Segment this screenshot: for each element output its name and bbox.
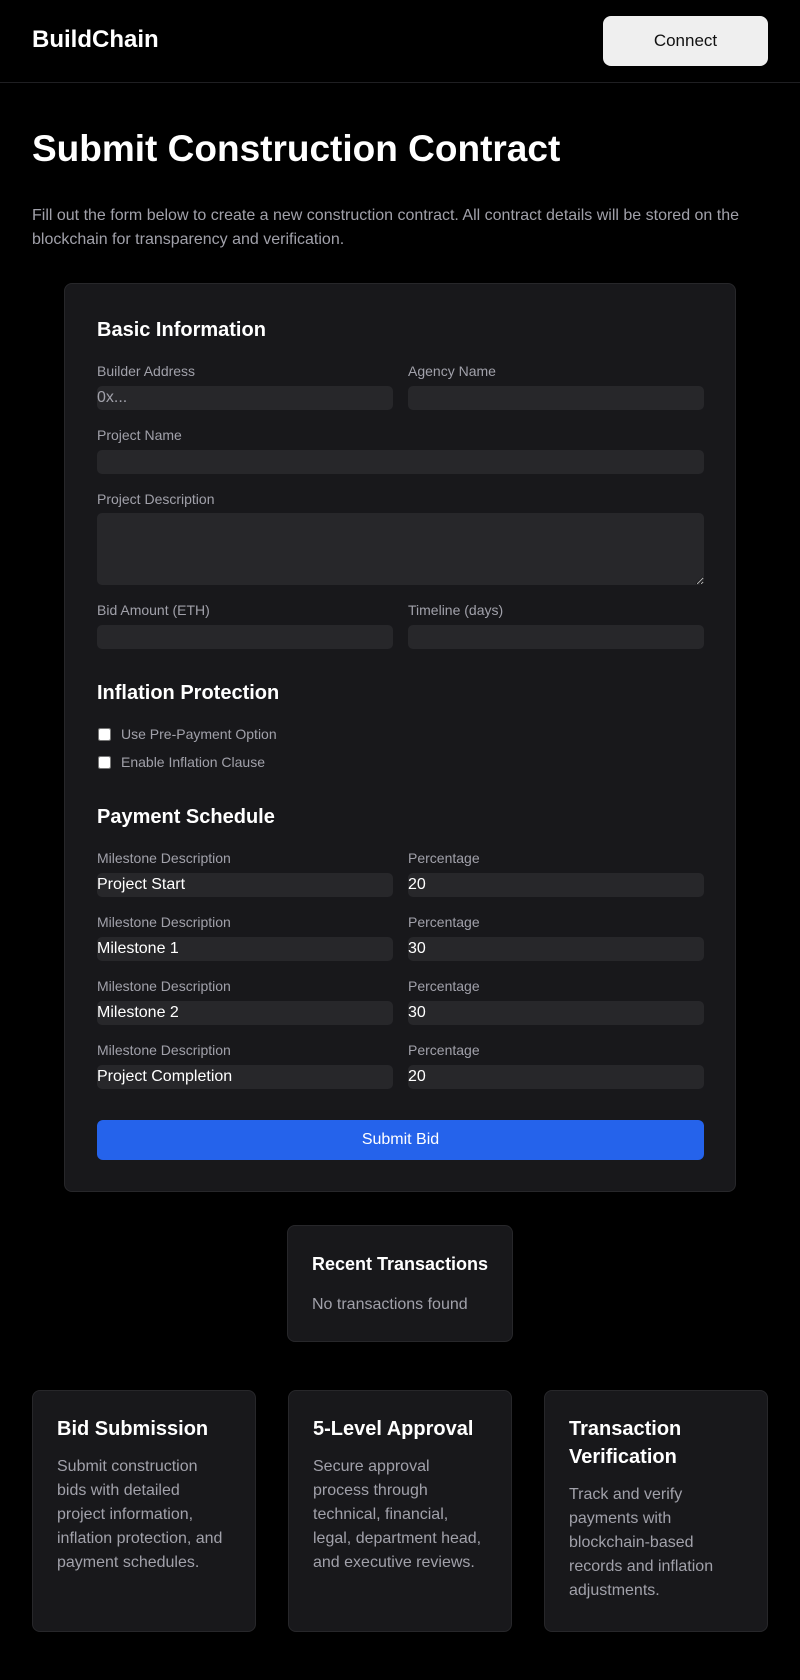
submit-bid-button[interactable]: Submit Bid: [97, 1120, 704, 1160]
bid-amount-label: Bid Amount (ETH): [97, 602, 210, 618]
recent-transactions-title: Recent Transactions: [312, 1254, 489, 1274]
feature-card-transaction-verification: Transaction Verification Track and verif…: [544, 1390, 768, 1632]
bid-amount-input[interactable]: [97, 625, 393, 649]
feature-card-bid-submission: Bid Submission Submit construction bids …: [32, 1390, 256, 1632]
milestone-percentage-label: Percentage: [408, 914, 480, 930]
feature-description: Track and verify payments with blockchai…: [569, 1486, 714, 1599]
project-description-label: Project Description: [97, 491, 215, 507]
project-name-input[interactable]: [97, 450, 704, 474]
agency-name-input[interactable]: [408, 386, 704, 410]
feature-title: Bid Submission: [57, 1418, 209, 1440]
prepayment-checkbox[interactable]: [98, 727, 111, 741]
top-navbar: BuildChain Connect: [0, 0, 800, 83]
milestone-percentage-input[interactable]: [408, 1065, 704, 1089]
basic-info-heading: Basic Information: [97, 319, 266, 341]
milestone-percentage-label: Percentage: [408, 978, 480, 994]
feature-title: Transaction Verification: [569, 1418, 682, 1468]
milestone-description-label: Milestone Description: [97, 978, 231, 994]
project-description-textarea[interactable]: [97, 513, 704, 585]
milestone-description-input[interactable]: [97, 937, 393, 961]
milestone-percentage-input[interactable]: [408, 937, 704, 961]
page-intro-text: Fill out the form below to create a new …: [32, 207, 740, 248]
connect-wallet-button[interactable]: Connect: [603, 16, 768, 66]
transactions-empty-message: No transactions found: [312, 1296, 468, 1313]
timeline-input[interactable]: [408, 625, 704, 649]
recent-transactions-card: Recent Transactions No transactions foun…: [287, 1225, 513, 1342]
milestone-description-label: Milestone Description: [97, 1042, 231, 1058]
inflation-clause-label: Enable Inflation Clause: [121, 754, 265, 770]
feature-description: Secure approval process through technica…: [313, 1458, 482, 1571]
inflation-clause-option[interactable]: Enable Inflation Clause: [97, 754, 265, 770]
prepayment-label: Use Pre-Payment Option: [121, 726, 277, 742]
agency-name-label: Agency Name: [408, 363, 496, 379]
contract-form: Basic Information Builder Address Agency…: [64, 283, 736, 1192]
builder-address-input[interactable]: [97, 386, 393, 410]
payment-schedule-heading: Payment Schedule: [97, 806, 275, 828]
milestone-description-input[interactable]: [97, 1001, 393, 1025]
inflation-protection-heading: Inflation Protection: [97, 682, 280, 704]
milestone-percentage-label: Percentage: [408, 1042, 480, 1058]
feature-card-approval: 5-Level Approval Secure approval process…: [288, 1390, 512, 1632]
timeline-label: Timeline (days): [408, 602, 504, 618]
project-name-label: Project Name: [97, 427, 182, 443]
feature-description: Submit construction bids with detailed p…: [57, 1458, 223, 1571]
milestone-percentage-input[interactable]: [408, 873, 704, 897]
page-title: Submit Construction Contract: [32, 128, 561, 169]
milestone-percentage-label: Percentage: [408, 850, 480, 866]
milestone-description-label: Milestone Description: [97, 850, 231, 866]
brand-logo[interactable]: BuildChain: [32, 26, 159, 54]
inflation-clause-checkbox[interactable]: [98, 755, 111, 769]
milestone-description-label: Milestone Description: [97, 914, 231, 930]
milestone-description-input[interactable]: [97, 873, 393, 897]
milestone-description-input[interactable]: [97, 1065, 393, 1089]
feature-title: 5-Level Approval: [313, 1418, 474, 1440]
builder-address-label: Builder Address: [97, 363, 196, 379]
milestone-percentage-input[interactable]: [408, 1001, 704, 1025]
prepayment-option[interactable]: Use Pre-Payment Option: [97, 726, 277, 742]
